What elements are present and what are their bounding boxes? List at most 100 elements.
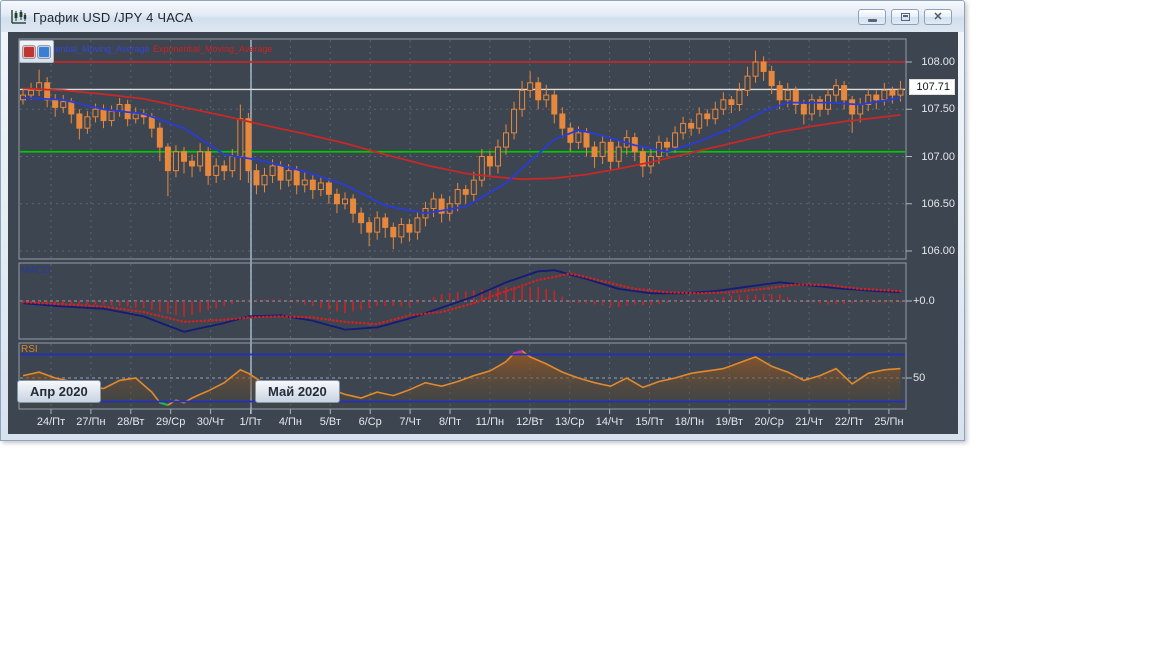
candle [680, 122, 687, 134]
candle [172, 151, 179, 172]
candle [478, 156, 485, 181]
chart-canvas[interactable] [8, 32, 958, 434]
candle [454, 189, 461, 205]
date-axis-label: 22/Пт [834, 416, 864, 428]
candle [470, 179, 477, 195]
candle [261, 174, 268, 186]
candle [583, 132, 590, 148]
window-title: График USD /JPY 4 ЧАСА [33, 10, 193, 25]
candle [744, 75, 751, 91]
price-axis-label: 106.00 [921, 245, 955, 257]
candle [398, 224, 405, 238]
candle [841, 85, 848, 101]
candle [881, 89, 888, 101]
candle [704, 113, 711, 120]
candle [213, 165, 220, 176]
candle [728, 99, 735, 106]
price-axis-label: 107.50 [921, 103, 955, 116]
date-axis-label: 30/Чт [196, 416, 225, 428]
candle [44, 82, 51, 101]
candle [390, 226, 397, 238]
candle [833, 85, 840, 96]
candle [486, 156, 493, 167]
candle [559, 113, 566, 129]
date-axis-label: 21/Чт [795, 416, 823, 428]
date-axis-label: 28/Вт [117, 416, 145, 428]
candle [607, 141, 614, 162]
legend-indicator-box [19, 40, 54, 63]
candle [92, 108, 99, 118]
candle [462, 189, 469, 195]
date-axis-label: 29/Ср [156, 416, 186, 428]
restore-icon [900, 13, 910, 21]
candle [760, 61, 767, 72]
candle [736, 89, 743, 106]
candle [527, 82, 534, 91]
candle [615, 146, 622, 162]
date-axis-label: 13/Ср [555, 416, 585, 428]
indicator-axis-label: 50 [913, 372, 926, 384]
ema-slow-swatch-button[interactable] [23, 45, 35, 58]
candle [897, 88, 904, 96]
candle [511, 108, 518, 134]
date-axis-label: 25/Пн [874, 416, 904, 428]
candle [366, 222, 373, 233]
candle [60, 101, 67, 108]
candle [28, 89, 35, 96]
ema-fast-swatch-button[interactable] [38, 45, 50, 58]
candle [591, 146, 598, 158]
candle [382, 217, 389, 228]
date-axis-label: 27/Пн [76, 416, 106, 428]
candle [68, 101, 75, 115]
candle [350, 198, 357, 214]
candle [333, 193, 340, 205]
candle [229, 156, 236, 172]
close-button[interactable]: ✕ [924, 9, 952, 25]
date-axis-label: 14/Чт [595, 416, 624, 428]
candle [696, 113, 703, 129]
restore-button[interactable] [891, 9, 919, 25]
candle [599, 141, 606, 157]
minimize-icon [867, 18, 877, 22]
candle [108, 110, 115, 122]
candle [752, 61, 759, 77]
month-button-may[interactable]: Май 2020 [255, 380, 340, 403]
candle [575, 132, 582, 143]
date-axis-label: 12/Вт [516, 416, 544, 428]
candle [277, 165, 284, 181]
candle [245, 118, 252, 172]
candle [567, 127, 574, 143]
candle [664, 141, 670, 148]
window-titlebar[interactable]: График USD /JPY 4 ЧАСА ✕ [1, 1, 964, 32]
candle [237, 118, 244, 157]
candle [76, 113, 83, 129]
indicator-axis-label: +0.0 [913, 295, 935, 307]
candle [849, 99, 856, 115]
candle [156, 127, 163, 148]
candle [197, 151, 204, 167]
candle [688, 122, 695, 129]
window-controls: ✕ [858, 9, 952, 25]
candle [317, 182, 324, 191]
month-button-apr[interactable]: Апр 2020 [17, 380, 101, 403]
date-axis-label: 19/Вт [715, 416, 743, 428]
date-axis-label: 11/Пн [475, 416, 505, 428]
date-axis-label: 5/Вт [319, 416, 341, 428]
date-axis-label: 15/Пт [635, 416, 664, 428]
candle [221, 165, 228, 172]
candle [857, 104, 864, 115]
candle [430, 198, 437, 209]
candle [52, 99, 59, 108]
candle [293, 170, 300, 186]
candle [720, 99, 727, 110]
candle [816, 99, 823, 110]
date-axis-label: 7/Чт [399, 416, 421, 428]
candle [358, 212, 365, 224]
date-axis-label: 8/Пт [438, 416, 462, 428]
date-axis-label: 6/Ср [358, 416, 382, 428]
candle [301, 179, 308, 186]
date-axis-label: 18/Пн [674, 416, 705, 428]
date-axis-label: 4/Пн [278, 416, 302, 428]
minimize-button[interactable] [858, 9, 886, 25]
candle [768, 70, 775, 87]
